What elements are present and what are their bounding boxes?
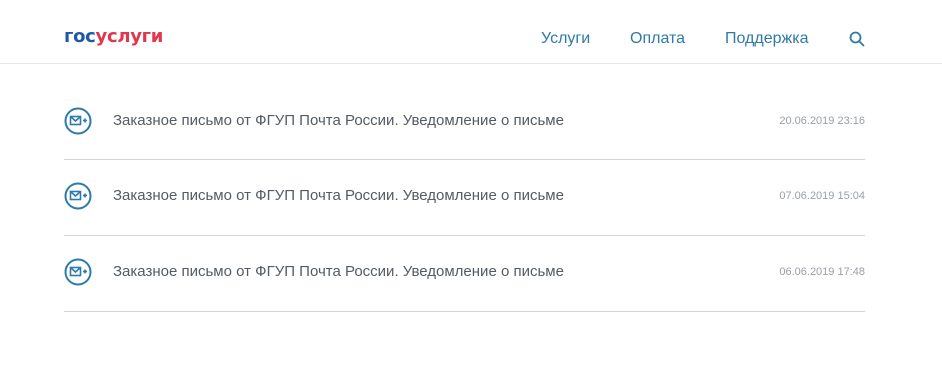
notification-title: Заказное письмо от ФГУП Почта России. Ув… [113, 263, 564, 280]
notification-row[interactable]: Заказное письмо от ФГУП Почта России. Ув… [64, 85, 865, 160]
notification-date: 06.06.2019 17:48 [779, 266, 865, 278]
logo-part-uslugi: услуги [95, 26, 164, 47]
top-header: госуслуги Услуги Оплата Поддержка [0, 0, 942, 64]
notification-row[interactable]: Заказное письмо от ФГУП Почта России. Ув… [64, 160, 865, 236]
notification-title: Заказное письмо от ФГУП Почта России. Ув… [113, 187, 564, 204]
notification-list: Заказное письмо от ФГУП Почта России. Ув… [64, 85, 865, 312]
mail-icon [64, 107, 92, 135]
nav-payment-link[interactable]: Оплата [630, 30, 685, 48]
nav-services-link[interactable]: Услуги [541, 30, 590, 48]
search-icon[interactable] [849, 31, 865, 47]
notification-date: 20.06.2019 23:16 [779, 115, 865, 127]
mail-icon [64, 182, 92, 210]
notification-row[interactable]: Заказное письмо от ФГУП Почта России. Ув… [64, 236, 865, 312]
logo-part-gos: гос [64, 26, 96, 47]
notification-date: 07.06.2019 15:04 [779, 190, 865, 202]
mail-icon [64, 258, 92, 286]
nav-support-link[interactable]: Поддержка [725, 30, 808, 48]
gosuslugi-logo[interactable]: госуслуги [64, 27, 163, 47]
notification-title: Заказное письмо от ФГУП Почта России. Ув… [113, 112, 564, 129]
